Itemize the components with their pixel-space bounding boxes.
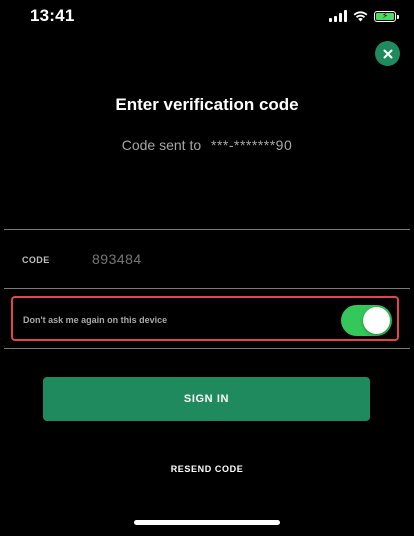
verification-screen: 13:41 ⚡ Enter verification code Code sen…: [0, 0, 414, 536]
code-sent-text: Code sent to ***-*******90: [0, 137, 414, 153]
status-time: 13:41: [30, 6, 75, 25]
page-title: Enter verification code: [115, 95, 299, 114]
divider: [4, 348, 410, 349]
code-input[interactable]: [88, 248, 392, 270]
code-field-row: CODE: [4, 230, 410, 288]
status-icons: ⚡: [329, 9, 399, 23]
masked-phone-number: ***-*******90: [211, 137, 293, 153]
code-label: CODE: [22, 255, 50, 265]
close-button[interactable]: [375, 41, 400, 66]
remember-device-toggle[interactable]: [341, 305, 392, 336]
remember-device-label: Don't ask me again on this device: [23, 315, 168, 325]
home-indicator: [134, 520, 280, 525]
resend-code-link[interactable]: RESEND CODE: [0, 464, 414, 474]
remember-device-row: Don't ask me again on this device: [11, 296, 399, 341]
battery-charging-icon: ⚡: [374, 10, 399, 22]
wifi-icon: [353, 10, 368, 22]
close-icon: [383, 49, 392, 58]
divider: [4, 288, 410, 289]
code-sent-prefix: Code sent to: [121, 137, 202, 153]
cellular-signal-icon: [329, 10, 347, 22]
sign-in-button[interactable]: SIGN IN: [43, 377, 370, 421]
toggle-knob: [363, 307, 390, 334]
